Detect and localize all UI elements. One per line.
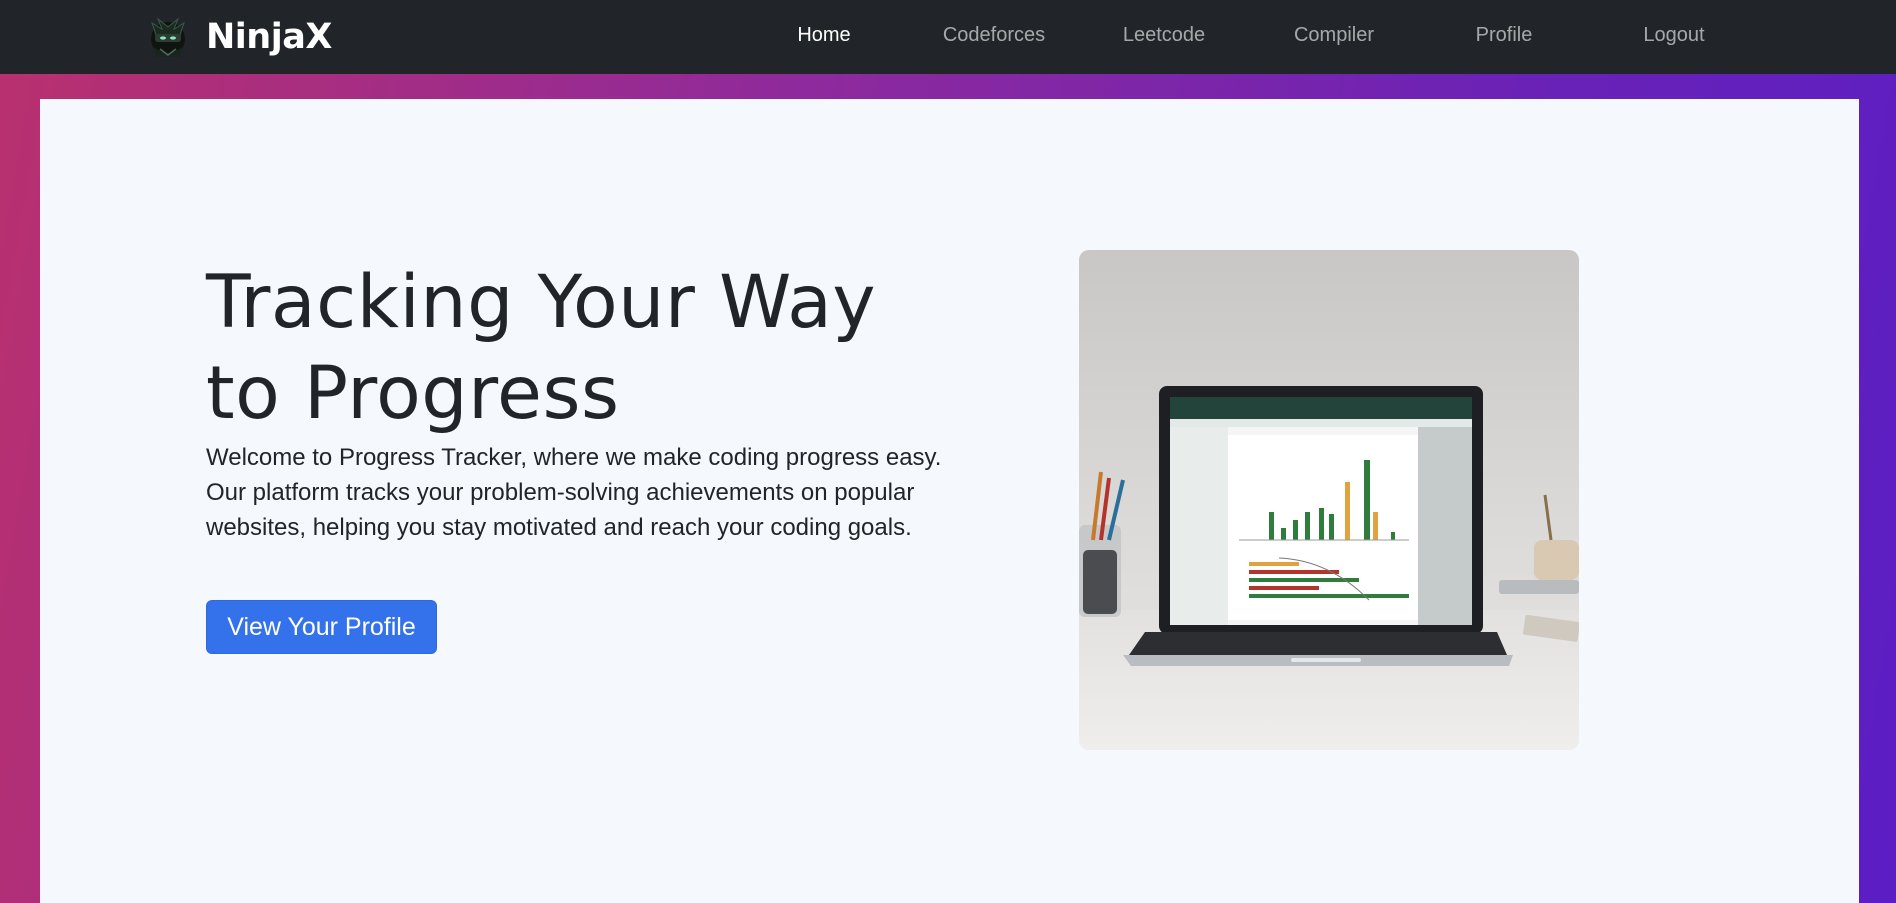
ninja-logo-icon: [151, 17, 185, 57]
hero-section: Tracking Your Way to Progress Welcome to…: [40, 99, 1859, 903]
nav-home[interactable]: Home: [797, 24, 850, 47]
nav-profile[interactable]: Profile: [1476, 24, 1533, 47]
view-profile-button[interactable]: View Your Profile: [206, 600, 437, 654]
navbar: NinjaX Home Codeforces Leetcode Compiler…: [0, 0, 1896, 74]
nav-codeforces[interactable]: Codeforces: [943, 24, 1045, 47]
nav-leetcode[interactable]: Leetcode: [1123, 24, 1205, 47]
hero-title: Tracking Your Way to Progress: [206, 257, 966, 439]
hero-title-line2: to Progress: [206, 351, 620, 436]
brand-link[interactable]: NinjaX: [144, 12, 332, 62]
nav-compiler[interactable]: Compiler: [1294, 24, 1374, 47]
hero-title-line1: Tracking Your Way: [206, 260, 877, 345]
laptop-progress-dashboard-image: [1079, 250, 1579, 750]
brand-name: NinjaX: [206, 17, 332, 57]
hero-description: Welcome to Progress Tracker, where we ma…: [206, 444, 942, 541]
nav-logout[interactable]: Logout: [1643, 24, 1704, 47]
